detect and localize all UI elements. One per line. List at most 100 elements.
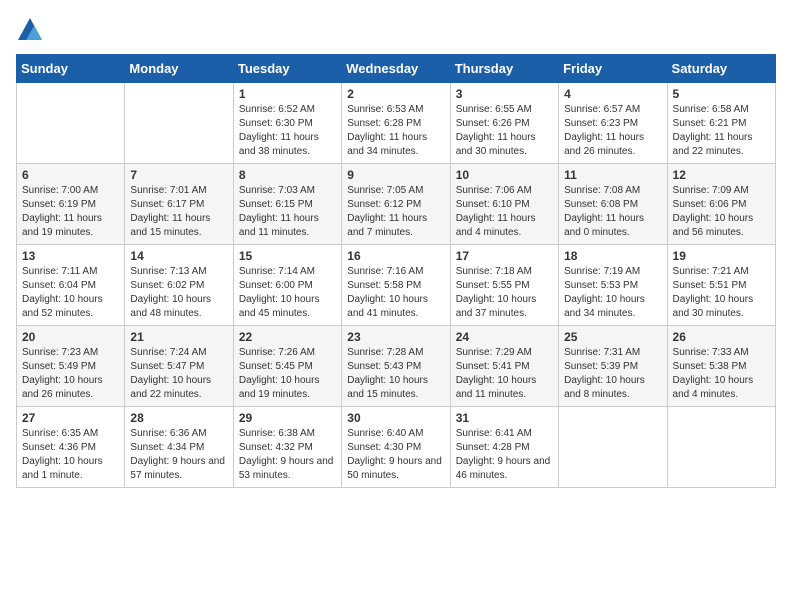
day-cell: 6 Sunrise: 7:00 AMSunset: 6:19 PMDaylight… xyxy=(17,164,125,245)
day-number: 30 xyxy=(347,411,444,425)
day-cell: 27 Sunrise: 6:35 AMSunset: 4:36 PMDayligh… xyxy=(17,407,125,488)
day-number: 15 xyxy=(239,249,336,263)
day-info: Sunrise: 7:13 AMSunset: 6:02 PMDaylight:… xyxy=(130,265,227,321)
day-cell: 5 Sunrise: 6:58 AMSunset: 6:21 PMDaylight… xyxy=(667,83,775,164)
day-cell: 24 Sunrise: 7:29 AMSunset: 5:41 PMDayligh… xyxy=(450,326,558,407)
day-info: Sunrise: 7:01 AMSunset: 6:17 PMDaylight:… xyxy=(130,184,227,240)
weekday-header-tuesday: Tuesday xyxy=(233,55,341,83)
day-cell: 14 Sunrise: 7:13 AMSunset: 6:02 PMDayligh… xyxy=(125,245,233,326)
day-info: Sunrise: 7:28 AMSunset: 5:43 PMDaylight:… xyxy=(347,346,444,402)
day-info: Sunrise: 7:24 AMSunset: 5:47 PMDaylight:… xyxy=(130,346,227,402)
day-cell: 23Sunrise: 7:28 AMSunset: 5:43 PMDayligh… xyxy=(342,326,450,407)
day-cell: 9 Sunrise: 7:05 AMSunset: 6:12 PMDaylight… xyxy=(342,164,450,245)
day-cell: 22Sunrise: 7:26 AMSunset: 5:45 PMDayligh… xyxy=(233,326,341,407)
day-number: 12 xyxy=(673,168,770,182)
day-info: Sunrise: 7:08 AMSunset: 6:08 PMDaylight:… xyxy=(564,184,661,240)
day-cell: 28 Sunrise: 6:36 AMSunset: 4:34 PMDayligh… xyxy=(125,407,233,488)
day-info: Sunrise: 7:31 AMSunset: 5:39 PMDaylight:… xyxy=(564,346,661,402)
day-info: Sunrise: 7:23 AMSunset: 5:49 PMDaylight:… xyxy=(22,346,119,402)
day-cell: 30 Sunrise: 6:40 AMSunset: 4:30 PMDayligh… xyxy=(342,407,450,488)
weekday-header-thursday: Thursday xyxy=(450,55,558,83)
week-row-5: 27 Sunrise: 6:35 AMSunset: 4:36 PMDayligh… xyxy=(17,407,776,488)
day-cell: 18 Sunrise: 7:19 AMSunset: 5:53 PMDayligh… xyxy=(559,245,667,326)
day-info: Sunrise: 6:55 AMSunset: 6:26 PMDaylight:… xyxy=(456,103,553,159)
day-info: Sunrise: 6:53 AMSunset: 6:28 PMDaylight:… xyxy=(347,103,444,159)
day-number: 4 xyxy=(564,87,661,101)
day-number: 7 xyxy=(130,168,227,182)
day-number: 10 xyxy=(456,168,553,182)
day-number: 1 xyxy=(239,87,336,101)
day-cell: 31 Sunrise: 6:41 AMSunset: 4:28 PMDayligh… xyxy=(450,407,558,488)
day-info: Sunrise: 7:26 AMSunset: 5:45 PMDaylight:… xyxy=(239,346,336,402)
day-info: Sunrise: 6:57 AMSunset: 6:23 PMDaylight:… xyxy=(564,103,661,159)
day-number: 5 xyxy=(673,87,770,101)
day-number: 26 xyxy=(673,330,770,344)
day-cell: 26 Sunrise: 7:33 AMSunset: 5:38 PMDayligh… xyxy=(667,326,775,407)
day-info: Sunrise: 7:33 AMSunset: 5:38 PMDaylight:… xyxy=(673,346,770,402)
day-cell: 11 Sunrise: 7:08 AMSunset: 6:08 PMDayligh… xyxy=(559,164,667,245)
day-number: 20 xyxy=(22,330,119,344)
day-cell: 12 Sunrise: 7:09 AMSunset: 6:06 PMDayligh… xyxy=(667,164,775,245)
day-number: 11 xyxy=(564,168,661,182)
day-cell: 7 Sunrise: 7:01 AMSunset: 6:17 PMDaylight… xyxy=(125,164,233,245)
day-number: 31 xyxy=(456,411,553,425)
calendar-table: SundayMondayTuesdayWednesdayThursdayFrid… xyxy=(16,54,776,488)
weekday-header-row: SundayMondayTuesdayWednesdayThursdayFrid… xyxy=(17,55,776,83)
day-cell: 3 Sunrise: 6:55 AMSunset: 6:26 PMDaylight… xyxy=(450,83,558,164)
logo-icon xyxy=(16,16,44,44)
day-cell xyxy=(17,83,125,164)
day-info: Sunrise: 7:18 AMSunset: 5:55 PMDaylight:… xyxy=(456,265,553,321)
day-cell: 21 Sunrise: 7:24 AMSunset: 5:47 PMDayligh… xyxy=(125,326,233,407)
day-info: Sunrise: 6:35 AMSunset: 4:36 PMDaylight:… xyxy=(22,427,119,483)
week-row-1: 1 Sunrise: 6:52 AMSunset: 6:30 PMDaylight… xyxy=(17,83,776,164)
day-cell: 13 Sunrise: 7:11 AMSunset: 6:04 PMDayligh… xyxy=(17,245,125,326)
day-info: Sunrise: 7:11 AMSunset: 6:04 PMDaylight:… xyxy=(22,265,119,321)
day-info: Sunrise: 6:38 AMSunset: 4:32 PMDaylight:… xyxy=(239,427,336,483)
day-info: Sunrise: 6:41 AMSunset: 4:28 PMDaylight:… xyxy=(456,427,553,483)
day-number: 21 xyxy=(130,330,227,344)
day-cell: 16Sunrise: 7:16 AMSunset: 5:58 PMDayligh… xyxy=(342,245,450,326)
day-info: Sunrise: 7:05 AMSunset: 6:12 PMDaylight:… xyxy=(347,184,444,240)
day-cell: 15 Sunrise: 7:14 AMSunset: 6:00 PMDayligh… xyxy=(233,245,341,326)
day-number: 14 xyxy=(130,249,227,263)
day-cell: 17 Sunrise: 7:18 AMSunset: 5:55 PMDayligh… xyxy=(450,245,558,326)
day-cell: 1 Sunrise: 6:52 AMSunset: 6:30 PMDaylight… xyxy=(233,83,341,164)
weekday-header-monday: Monday xyxy=(125,55,233,83)
day-cell: 8Sunrise: 7:03 AMSunset: 6:15 PMDaylight… xyxy=(233,164,341,245)
day-info: Sunrise: 7:09 AMSunset: 6:06 PMDaylight:… xyxy=(673,184,770,240)
day-info: Sunrise: 7:29 AMSunset: 5:41 PMDaylight:… xyxy=(456,346,553,402)
day-cell xyxy=(667,407,775,488)
day-info: Sunrise: 6:40 AMSunset: 4:30 PMDaylight:… xyxy=(347,427,444,483)
weekday-header-wednesday: Wednesday xyxy=(342,55,450,83)
day-number: 16 xyxy=(347,249,444,263)
day-cell: 25Sunrise: 7:31 AMSunset: 5:39 PMDayligh… xyxy=(559,326,667,407)
day-number: 27 xyxy=(22,411,119,425)
day-info: Sunrise: 6:36 AMSunset: 4:34 PMDaylight:… xyxy=(130,427,227,483)
day-number: 29 xyxy=(239,411,336,425)
day-info: Sunrise: 6:58 AMSunset: 6:21 PMDaylight:… xyxy=(673,103,770,159)
day-number: 19 xyxy=(673,249,770,263)
day-cell: 19 Sunrise: 7:21 AMSunset: 5:51 PMDayligh… xyxy=(667,245,775,326)
page-header xyxy=(16,16,776,44)
day-info: Sunrise: 7:06 AMSunset: 6:10 PMDaylight:… xyxy=(456,184,553,240)
day-number: 17 xyxy=(456,249,553,263)
day-info: Sunrise: 7:19 AMSunset: 5:53 PMDaylight:… xyxy=(564,265,661,321)
day-number: 3 xyxy=(456,87,553,101)
day-info: Sunrise: 7:00 AMSunset: 6:19 PMDaylight:… xyxy=(22,184,119,240)
day-number: 28 xyxy=(130,411,227,425)
day-number: 18 xyxy=(564,249,661,263)
week-row-3: 13 Sunrise: 7:11 AMSunset: 6:04 PMDayligh… xyxy=(17,245,776,326)
day-info: Sunrise: 7:21 AMSunset: 5:51 PMDaylight:… xyxy=(673,265,770,321)
day-cell xyxy=(125,83,233,164)
day-number: 9 xyxy=(347,168,444,182)
day-cell: 10 Sunrise: 7:06 AMSunset: 6:10 PMDayligh… xyxy=(450,164,558,245)
day-info: Sunrise: 7:03 AMSunset: 6:15 PMDaylight:… xyxy=(239,184,336,240)
day-info: Sunrise: 6:52 AMSunset: 6:30 PMDaylight:… xyxy=(239,103,336,159)
day-cell: 2Sunrise: 6:53 AMSunset: 6:28 PMDaylight… xyxy=(342,83,450,164)
weekday-header-friday: Friday xyxy=(559,55,667,83)
day-info: Sunrise: 7:14 AMSunset: 6:00 PMDaylight:… xyxy=(239,265,336,321)
day-number: 13 xyxy=(22,249,119,263)
day-number: 6 xyxy=(22,168,119,182)
logo xyxy=(16,16,48,44)
day-number: 24 xyxy=(456,330,553,344)
